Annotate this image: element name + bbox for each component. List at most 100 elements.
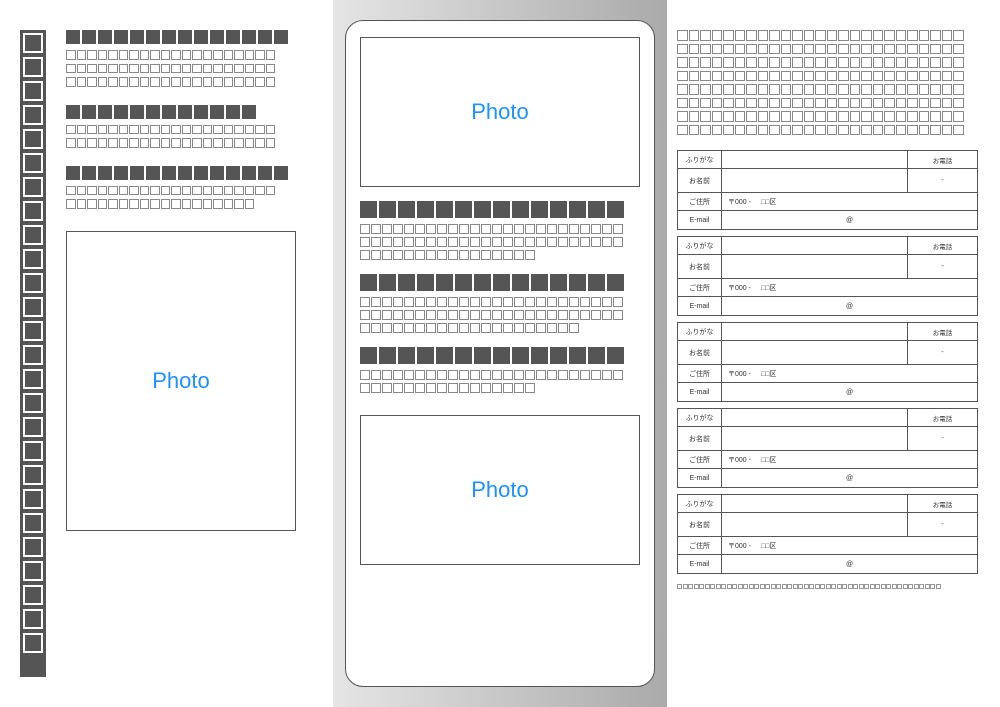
panel-middle-wrap: Photo Photo	[333, 0, 667, 707]
field-email[interactable]: @	[722, 297, 977, 315]
field-name[interactable]	[722, 169, 907, 192]
label-email: E-mail	[678, 469, 722, 487]
strip-box	[23, 465, 43, 485]
label-address: ご住所	[678, 279, 722, 296]
body-row	[360, 383, 640, 393]
body-row	[360, 250, 640, 260]
field-email[interactable]: @	[722, 555, 977, 573]
body-row	[66, 50, 313, 60]
field-furigana[interactable]	[722, 151, 907, 168]
field-address[interactable]: 〒000 -□□区	[722, 537, 977, 554]
body-row	[677, 111, 978, 122]
field-tel[interactable]: -	[907, 341, 977, 364]
field-furigana[interactable]	[722, 323, 907, 340]
strip-box	[23, 633, 43, 653]
strip-box	[23, 585, 43, 605]
field-address[interactable]: 〒000 -□□区	[722, 193, 977, 210]
strip-box	[23, 369, 43, 389]
field-tel[interactable]: -	[907, 169, 977, 192]
text-section	[66, 105, 313, 148]
strip-box	[23, 609, 43, 629]
body-row	[66, 199, 313, 209]
label-tel: お電話	[907, 409, 977, 426]
label-tel: お電話	[907, 495, 977, 512]
body-row	[360, 310, 640, 320]
field-tel[interactable]: -	[907, 513, 977, 536]
field-email[interactable]: @	[722, 469, 977, 487]
heading-row	[360, 274, 640, 291]
strip-box	[23, 393, 43, 413]
left-strip	[20, 30, 46, 677]
label-name: お名前	[678, 341, 722, 364]
body-row	[677, 98, 978, 109]
strip-box	[23, 417, 43, 437]
field-furigana[interactable]	[722, 237, 907, 254]
left-content: Photo	[66, 30, 313, 677]
photo-placeholder-mid-bottom: Photo	[360, 415, 640, 565]
strip-box	[23, 489, 43, 509]
label-address: ご住所	[678, 365, 722, 382]
strip-box	[23, 33, 43, 53]
field-email[interactable]: @	[722, 211, 977, 229]
body-row	[360, 224, 640, 234]
body-row	[677, 57, 978, 68]
footer-boxes	[677, 584, 978, 589]
text-section	[66, 166, 313, 209]
label-furigana: ふりがな	[678, 151, 722, 168]
body-row	[66, 125, 313, 135]
field-name[interactable]	[722, 427, 907, 450]
field-furigana[interactable]	[722, 409, 907, 426]
field-furigana[interactable]	[722, 495, 907, 512]
label-furigana: ふりがな	[678, 409, 722, 426]
field-name[interactable]	[722, 255, 907, 278]
field-tel[interactable]: -	[907, 427, 977, 450]
body-row	[360, 297, 640, 307]
label-address: ご住所	[678, 193, 722, 210]
photo-label: Photo	[152, 368, 210, 394]
field-name[interactable]	[722, 341, 907, 364]
label-address: ご住所	[678, 537, 722, 554]
strip-box	[23, 561, 43, 581]
field-email[interactable]: @	[722, 383, 977, 401]
strip-box	[23, 441, 43, 461]
panel-left: Photo	[0, 0, 333, 707]
field-tel[interactable]: -	[907, 255, 977, 278]
strip-box	[23, 225, 43, 245]
field-address[interactable]: 〒000 -□□区	[722, 279, 977, 296]
body-row	[677, 44, 978, 55]
panel-right: ふりがなお電話お名前-ご住所〒000 -□□区E-mail@ふりがなお電話お名前…	[667, 0, 1000, 707]
field-address[interactable]: 〒000 -□□区	[722, 451, 977, 468]
label-email: E-mail	[678, 211, 722, 229]
strip-box	[23, 201, 43, 221]
heading-row	[66, 105, 313, 119]
text-section	[360, 274, 640, 333]
body-row	[677, 125, 978, 136]
strip-box	[23, 57, 43, 77]
label-name: お名前	[678, 169, 722, 192]
contact-block: ふりがなお電話お名前-ご住所〒000 -□□区E-mail@	[677, 408, 978, 488]
heading-row	[360, 347, 640, 364]
label-tel: お電話	[907, 323, 977, 340]
body-row	[66, 186, 313, 196]
body-row	[677, 71, 978, 82]
body-row	[677, 84, 978, 95]
strip-box	[23, 81, 43, 101]
contact-block: ふりがなお電話お名前-ご住所〒000 -□□区E-mail@	[677, 494, 978, 574]
body-row	[66, 77, 313, 87]
field-name[interactable]	[722, 513, 907, 536]
label-tel: お電話	[907, 237, 977, 254]
body-row	[66, 138, 313, 148]
label-name: お名前	[678, 255, 722, 278]
strip-box	[23, 273, 43, 293]
strip-box	[23, 105, 43, 125]
strip-box	[23, 129, 43, 149]
contact-block: ふりがなお電話お名前-ご住所〒000 -□□区E-mail@	[677, 236, 978, 316]
strip-box	[23, 297, 43, 317]
label-name: お名前	[678, 427, 722, 450]
field-address[interactable]: 〒000 -□□区	[722, 365, 977, 382]
label-email: E-mail	[678, 297, 722, 315]
strip-box	[23, 153, 43, 173]
contact-block: ふりがなお電話お名前-ご住所〒000 -□□区E-mail@	[677, 322, 978, 402]
photo-placeholder-left: Photo	[66, 231, 296, 531]
body-row	[360, 323, 640, 333]
